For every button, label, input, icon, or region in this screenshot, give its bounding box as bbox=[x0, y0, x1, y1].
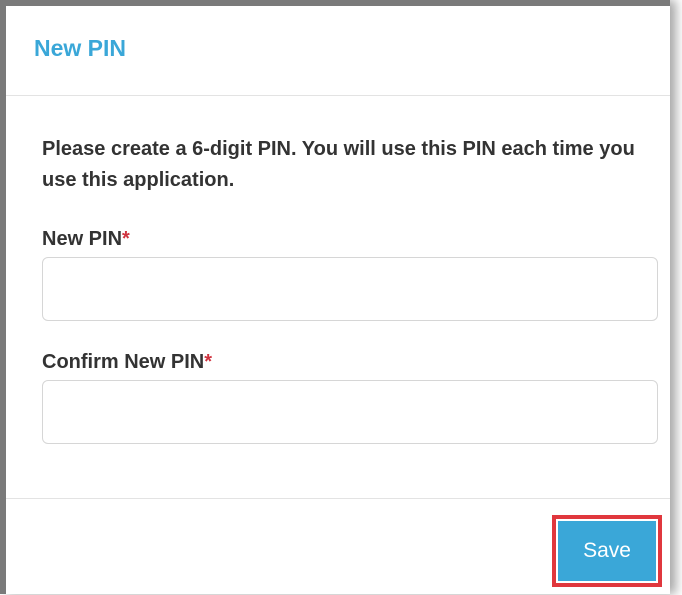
confirm-pin-label-text: Confirm New PIN bbox=[42, 351, 205, 373]
dialog-title: New PIN bbox=[34, 35, 127, 61]
required-asterisk: * bbox=[122, 228, 130, 250]
new-pin-dialog: New PIN Please create a 6-digit PIN. You… bbox=[0, 0, 670, 594]
required-asterisk: * bbox=[204, 351, 213, 373]
save-button[interactable]: Save bbox=[558, 521, 656, 581]
confirm-pin-input[interactable] bbox=[42, 380, 658, 444]
new-pin-label-text: New PIN bbox=[42, 228, 123, 250]
save-button-highlight: Save bbox=[552, 515, 662, 587]
dialog-body: Please create a 6-digit PIN. You will us… bbox=[6, 96, 670, 498]
dialog-header: New PIN bbox=[6, 6, 670, 96]
confirm-pin-group: Confirm New PIN* bbox=[42, 351, 660, 444]
new-pin-input[interactable] bbox=[42, 257, 658, 321]
confirm-pin-label: Confirm New PIN* bbox=[42, 351, 660, 374]
dialog-footer: Save bbox=[6, 498, 670, 595]
new-pin-group: New PIN* bbox=[42, 228, 660, 321]
instructions-text: Please create a 6-digit PIN. You will us… bbox=[42, 138, 635, 191]
new-pin-label: New PIN* bbox=[42, 228, 660, 251]
